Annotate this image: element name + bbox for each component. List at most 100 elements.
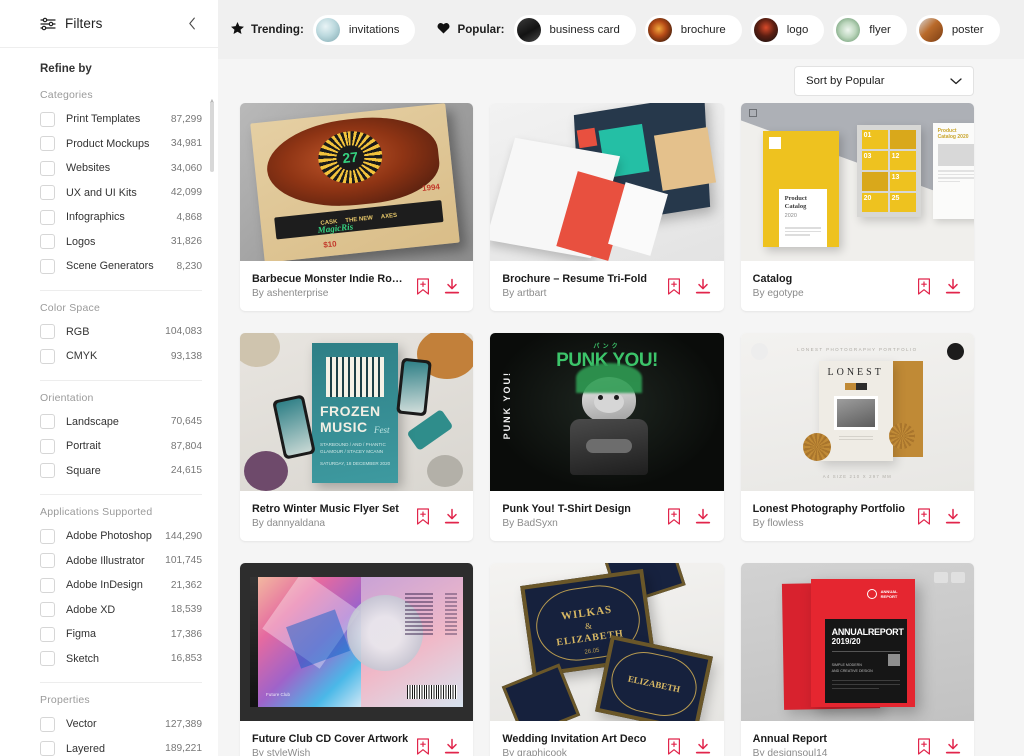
tag-pill-brochure[interactable]: brochure [644, 14, 742, 45]
card-author: By BadSyxn [502, 518, 558, 529]
filter-option-adobe-xd[interactable]: Adobe XD 18,539 [40, 598, 202, 623]
results-scroll-area[interactable]: 27 CASK THE NEW AXES MagicRis $10 1994 Bar… [218, 103, 1024, 756]
download-icon[interactable] [695, 738, 711, 755]
collapse-sidebar-button[interactable] [182, 14, 202, 34]
filter-option-websites[interactable]: Websites 34,060 [40, 156, 202, 181]
result-card[interactable]: FROZEN MUSIC Fest STARBOUND / AND / PHAN… [240, 333, 474, 541]
result-card[interactable]: PUNK YOU! パンク PUNK YOU! Punk You! T-Shir… [490, 333, 724, 541]
filter-checkbox[interactable] [40, 463, 55, 479]
filter-option-cmyk[interactable]: CMYK 93,138 [40, 344, 202, 369]
filter-option-layered[interactable]: Layered 189,221 [40, 737, 202, 756]
filter-option-label: Logos [66, 235, 96, 248]
filter-option-print-templates[interactable]: Print Templates 87,299 [40, 107, 202, 132]
filters-icon [40, 17, 56, 31]
card-actions [909, 277, 961, 295]
card-thumbnail[interactable]: FROZEN MUSIC Fest STARBOUND / AND / PHAN… [240, 333, 474, 491]
filter-option-portrait[interactable]: Portrait 87,804 [40, 434, 202, 459]
download-icon[interactable] [444, 738, 460, 755]
download-icon[interactable] [945, 508, 961, 525]
filter-option-ux-and-ui-kits[interactable]: UX and UI Kits 42,099 [40, 181, 202, 206]
filter-checkbox[interactable] [40, 414, 55, 430]
tag-pill-invitations[interactable]: invitations [312, 14, 416, 45]
result-card[interactable]: Future Club Future Club CD Cover Artwork… [240, 563, 474, 756]
filter-option-infographics[interactable]: Infographics 4,868 [40, 205, 202, 230]
card-thumbnail[interactable] [490, 103, 724, 261]
filter-checkbox[interactable] [40, 741, 55, 756]
filter-checkbox[interactable] [40, 528, 55, 544]
download-icon[interactable] [695, 508, 711, 525]
filter-checkbox[interactable] [40, 577, 55, 593]
download-icon[interactable] [695, 278, 711, 295]
card-thumbnail[interactable]: LONEST PHOTOGRAPHY PORTFOLIO LONEST A4 S… [740, 333, 974, 491]
card-thumbnail[interactable]: WILKAS & ELIZABETH 26.05 ELIZABETH [490, 563, 724, 721]
bookmark-plus-icon[interactable] [917, 277, 933, 295]
filter-option-scene-generators[interactable]: Scene Generators 8,230 [40, 254, 202, 279]
app-root: Filters ▲ Refine by CategoriesPrint Temp… [0, 0, 1024, 756]
bookmark-plus-icon[interactable] [416, 277, 432, 295]
filter-checkbox[interactable] [40, 716, 55, 732]
card-thumbnail[interactable]: ANNUAL REPORT ANNUALREPORT 2019/20 SIMPLE… [740, 563, 974, 721]
download-icon[interactable] [444, 278, 460, 295]
filter-option-rgb[interactable]: RGB 104,083 [40, 320, 202, 345]
filter-checkbox[interactable] [40, 185, 55, 201]
filter-option-vector[interactable]: Vector 127,389 [40, 712, 202, 737]
filter-checkbox[interactable] [40, 626, 55, 642]
filter-option-figma[interactable]: Figma 17,386 [40, 622, 202, 647]
result-card[interactable]: LONEST PHOTOGRAPHY PORTFOLIO LONEST A4 S… [740, 333, 974, 541]
filter-option-adobe-indesign[interactable]: Adobe InDesign 21,362 [40, 573, 202, 598]
download-icon[interactable] [945, 738, 961, 755]
filter-checkbox[interactable] [40, 438, 55, 454]
card-thumbnail[interactable]: PUNK YOU! パンク PUNK YOU! [490, 333, 724, 491]
tag-pill-business-card[interactable]: business card [513, 14, 636, 45]
card-meta: Brochure – Resume Tri-Fold By artbart [502, 273, 658, 299]
bookmark-plus-icon[interactable] [667, 507, 683, 525]
filter-checkbox[interactable] [40, 348, 55, 364]
result-card[interactable]: Brochure – Resume Tri-Fold By artbart [490, 103, 724, 311]
result-card[interactable]: Product Catalog 2020 01 03 12 13 20 25 P… [740, 103, 974, 311]
sort-select[interactable]: Sort by Popular [794, 66, 974, 96]
card-thumbnail[interactable]: 27 CASK THE NEW AXES MagicRis $10 1994 [240, 103, 474, 261]
card-thumbnail[interactable]: Future Club [240, 563, 474, 721]
filter-checkbox[interactable] [40, 651, 55, 667]
result-card[interactable]: ANNUAL REPORT ANNUALREPORT 2019/20 SIMPLE… [740, 563, 974, 756]
filter-checkbox[interactable] [40, 234, 55, 250]
download-icon[interactable] [945, 278, 961, 295]
bookmark-plus-icon[interactable] [917, 737, 933, 755]
filter-option-adobe-illustrator[interactable]: Adobe Illustrator 101,745 [40, 549, 202, 574]
filter-option-landscape[interactable]: Landscape 70,645 [40, 410, 202, 435]
bookmark-plus-icon[interactable] [667, 277, 683, 295]
filter-option-product-mockups[interactable]: Product Mockups 34,981 [40, 132, 202, 157]
filter-option-label: Adobe Photoshop [66, 530, 152, 543]
filter-option-square[interactable]: Square 24,615 [40, 459, 202, 484]
result-card[interactable]: 27 CASK THE NEW AXES MagicRis $10 1994 Bar… [240, 103, 474, 311]
tag-pill-poster[interactable]: poster [915, 14, 1000, 45]
filter-checkbox[interactable] [40, 324, 55, 340]
filter-checkbox[interactable] [40, 258, 55, 274]
tag-pill-logo[interactable]: logo [750, 14, 825, 45]
filter-option-count: 93,138 [170, 350, 202, 362]
filter-checkbox[interactable] [40, 111, 55, 127]
download-icon[interactable] [444, 508, 460, 525]
filter-checkbox[interactable] [40, 160, 55, 176]
filter-checkbox[interactable] [40, 602, 55, 618]
filter-option-label: Adobe XD [66, 603, 116, 616]
bookmark-plus-icon[interactable] [416, 507, 432, 525]
filter-checkbox[interactable] [40, 553, 55, 569]
filter-checkbox[interactable] [40, 209, 55, 225]
bookmark-plus-icon[interactable] [917, 507, 933, 525]
bookmark-plus-icon[interactable] [416, 737, 432, 755]
card-thumbnail[interactable]: Product Catalog 2020 01 03 12 13 20 25 P… [740, 103, 974, 261]
filter-group: Color Space RGB 104,083 CMYK 93,138 [40, 302, 202, 369]
filter-option-count: 18,539 [170, 604, 202, 616]
tag-thumbnail [647, 17, 672, 42]
sidebar-scrollbar[interactable] [210, 102, 214, 172]
result-card[interactable]: WILKAS & ELIZABETH 26.05 ELIZABETH Weddi… [490, 563, 724, 756]
filters-body[interactable]: ▲ Refine by CategoriesPrint Templates87,… [0, 47, 218, 756]
tag-pill-flyer[interactable]: flyer [833, 14, 907, 45]
bookmark-plus-icon[interactable] [667, 737, 683, 755]
filter-option-sketch[interactable]: Sketch 16,853 [40, 647, 202, 672]
filter-checkbox[interactable] [40, 136, 55, 152]
filter-option-count: 34,060 [170, 162, 202, 174]
filter-option-adobe-photoshop[interactable]: Adobe Photoshop 144,290 [40, 524, 202, 549]
filter-option-logos[interactable]: Logos 31,826 [40, 230, 202, 255]
